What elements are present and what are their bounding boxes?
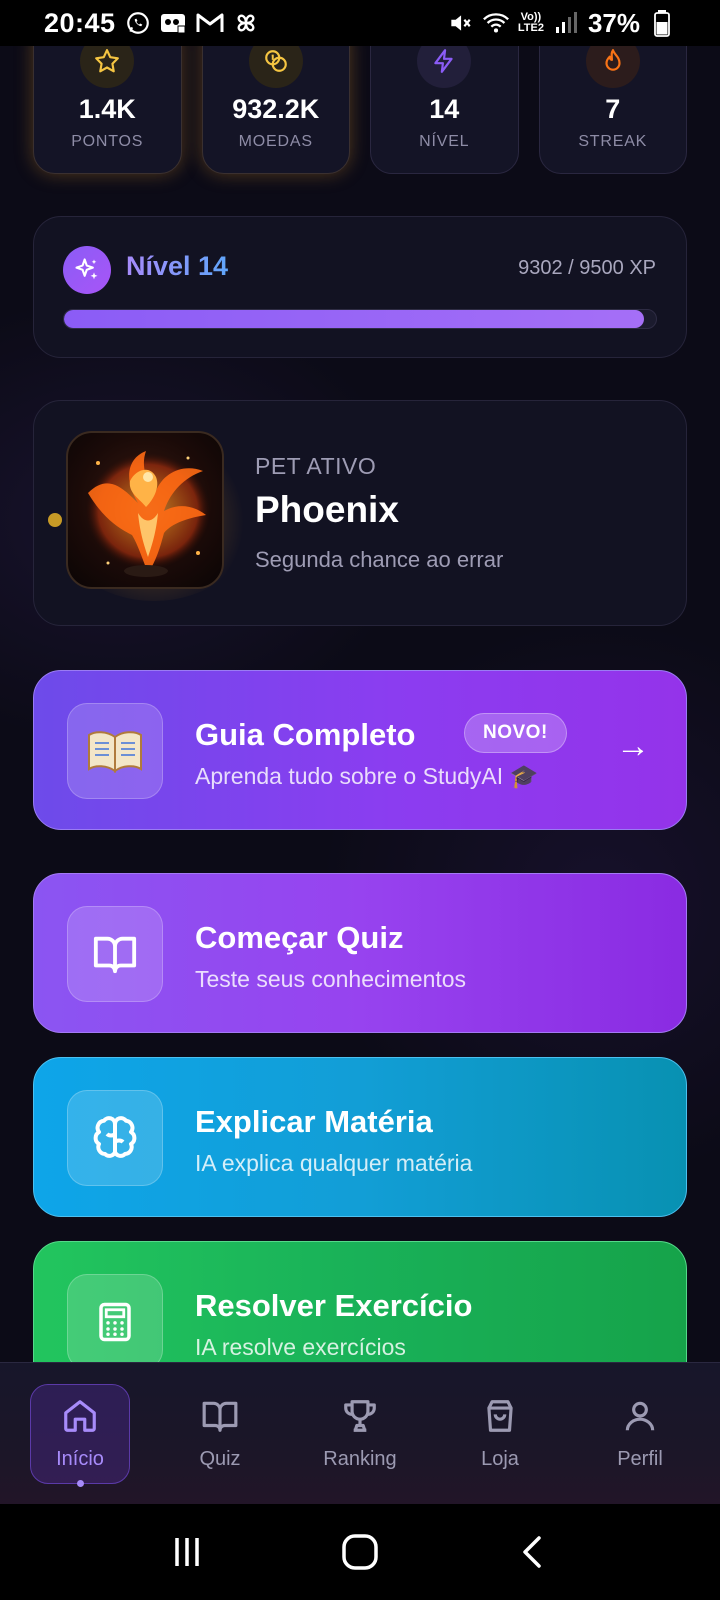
level-xp: 9302 / 9500 XP — [518, 257, 656, 279]
stat-label: PONTOS — [71, 133, 144, 150]
pet-label: PET ATIVO — [255, 453, 377, 479]
stat-value: 1.4K — [78, 94, 136, 124]
battery-text: 37% — [587, 7, 640, 38]
home-icon — [61, 1397, 99, 1440]
level-progress-bar — [63, 309, 657, 329]
stat-value: 14 — [429, 94, 460, 124]
open-book-emoji-icon — [67, 703, 163, 799]
back-button[interactable] — [503, 1522, 563, 1582]
level-progress-fill — [64, 310, 644, 328]
trophy-icon — [341, 1397, 379, 1440]
guide-subtitle: Aprenda tudo sobre o StudyAI 🎓 — [195, 763, 539, 789]
sparkles-icon — [63, 246, 111, 294]
calculator-icon — [67, 1274, 163, 1370]
level-title: Nível 14 — [126, 251, 229, 281]
stat-label: NÍVEL — [419, 133, 470, 150]
status-left: 20:45 — [44, 8, 260, 39]
quiz-subtitle: Teste seus conhecimentos — [195, 966, 467, 992]
explain-title: Explicar Matéria — [195, 1104, 433, 1139]
book-open-icon — [67, 906, 163, 1002]
pet-description: Segunda chance ao errar — [255, 547, 504, 572]
active-indicator-dot — [76, 1479, 84, 1487]
shopping-bag-icon — [481, 1397, 519, 1440]
nav-profile[interactable]: Perfil — [590, 1384, 690, 1484]
nav-ranking[interactable]: Ranking — [310, 1384, 410, 1484]
nav-profile-label: Perfil — [617, 1447, 663, 1470]
bottom-nav: Início Quiz Ranking Loja Perfil — [0, 1362, 720, 1504]
explain-subtitle: IA explica qualquer matéria — [195, 1150, 473, 1176]
system-nav-bar — [0, 1504, 720, 1600]
wifi-icon — [482, 9, 510, 37]
pet-name: Phoenix — [255, 489, 399, 530]
lte-bottom: LTE2 — [517, 22, 544, 34]
nav-home-label: Início — [56, 1447, 104, 1470]
stat-value: 7 — [605, 94, 621, 124]
home-system-button[interactable] — [330, 1522, 390, 1582]
nav-shop[interactable]: Loja — [450, 1384, 550, 1484]
status-bar: 20:45 Vo)) LTE2 37% — [0, 0, 720, 46]
nav-quiz[interactable]: Quiz — [170, 1384, 270, 1484]
voicemail-icon — [160, 9, 188, 37]
mute-icon — [446, 9, 474, 37]
level-card[interactable]: Nível 14 9302 / 9500 XP — [33, 216, 687, 358]
user-icon — [621, 1397, 659, 1440]
nav-shop-label: Loja — [481, 1447, 519, 1470]
solve-subtitle: IA resolve exercícios — [195, 1334, 406, 1360]
quiz-title: Começar Quiz — [195, 920, 404, 955]
solve-title: Resolver Exercício — [195, 1288, 473, 1323]
arrow-right-icon: → — [616, 727, 650, 765]
signal-icon — [552, 9, 580, 37]
battery-icon — [648, 9, 676, 37]
recent-apps-button[interactable] — [157, 1522, 217, 1582]
new-badge: NOVO! — [464, 713, 567, 753]
guide-button[interactable]: Guia Completo NOVO! Aprenda tudo sobre o… — [33, 670, 687, 830]
nav-home[interactable]: Início — [30, 1383, 130, 1487]
pet-indicator-dot — [48, 513, 62, 527]
lte-indicator: Vo)) LTE2 — [518, 12, 544, 34]
pinwheel-icon — [232, 9, 260, 37]
guide-title: Guia Completo — [195, 717, 416, 752]
stat-label: STREAK — [578, 133, 648, 150]
stat-label: MOEDAS — [238, 133, 313, 150]
whatsapp-icon — [124, 9, 152, 37]
explain-subject-button[interactable]: Explicar Matéria IA explica qualquer mat… — [33, 1057, 687, 1217]
brain-icon — [67, 1090, 163, 1186]
status-right: Vo)) LTE2 37% — [446, 8, 676, 39]
stat-value: 932.2K — [232, 94, 320, 124]
nav-ranking-label: Ranking — [323, 1447, 397, 1470]
status-time: 20:45 — [44, 7, 116, 38]
start-quiz-button[interactable]: Começar Quiz Teste seus conhecimentos — [33, 873, 687, 1033]
gmail-icon — [196, 9, 224, 37]
pet-card[interactable]: PET ATIVO Phoenix Segunda chance ao erra… — [33, 400, 687, 626]
nav-quiz-label: Quiz — [199, 1447, 241, 1470]
book-open-icon — [201, 1397, 239, 1440]
phoenix-image — [66, 431, 224, 589]
